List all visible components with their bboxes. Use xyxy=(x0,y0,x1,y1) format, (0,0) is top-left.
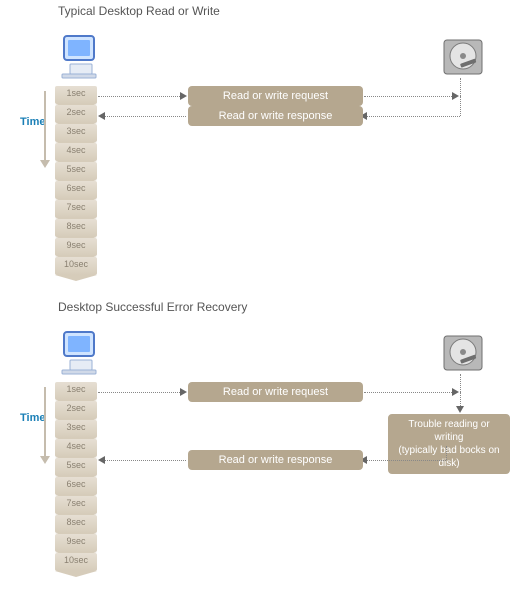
trouble-label: Trouble reading or writing (typically ba… xyxy=(388,414,510,474)
connector xyxy=(104,460,186,461)
arrow-left-icon xyxy=(98,456,105,464)
arrow-left-icon xyxy=(98,112,105,120)
time-tick: 9sec xyxy=(55,534,97,552)
hard-disk-icon xyxy=(440,330,486,379)
time-axis-label: Time xyxy=(20,412,45,424)
time-axis-arrowhead xyxy=(40,160,50,168)
time-tick: 9sec xyxy=(55,238,97,256)
time-tick: 1sec xyxy=(55,382,97,400)
connector xyxy=(98,96,184,97)
time-tick: 5sec xyxy=(55,162,97,180)
hard-disk-icon xyxy=(440,34,486,83)
time-axis-arrowhead xyxy=(40,456,50,464)
time-tick: 6sec xyxy=(55,477,97,495)
connector xyxy=(460,96,461,116)
arrow-right-icon xyxy=(180,388,187,396)
time-tick: 5sec xyxy=(55,458,97,476)
connector xyxy=(104,116,186,117)
time-tick: 8sec xyxy=(55,219,97,237)
connector xyxy=(460,78,461,96)
time-tick: 10sec xyxy=(55,257,97,275)
arrow-down-icon xyxy=(456,406,464,413)
diagram-stage: Time 1sec 2sec 3sec 4sec 5sec 6sec 7sec … xyxy=(0,302,515,592)
time-ticks: 1sec 2sec 3sec 4sec 5sec 6sec 7sec 8sec … xyxy=(55,382,97,572)
time-tick: 7sec xyxy=(55,200,97,218)
time-tick: 2sec xyxy=(55,401,97,419)
response-label: Read or write response xyxy=(188,450,363,470)
connector xyxy=(364,116,460,117)
response-label: Read or write response xyxy=(188,106,363,126)
time-axis-arrow xyxy=(44,91,46,161)
computer-icon xyxy=(60,330,102,379)
time-tick: 4sec xyxy=(55,143,97,161)
connector xyxy=(364,460,446,461)
time-ticks: 1sec 2sec 3sec 4sec 5sec 6sec 7sec 8sec … xyxy=(55,86,97,276)
computer-icon xyxy=(60,34,102,83)
arrow-right-icon xyxy=(452,388,459,396)
time-tick: 2sec xyxy=(55,105,97,123)
connector xyxy=(364,96,456,97)
request-label: Read or write request xyxy=(188,86,363,106)
time-axis-label: Time xyxy=(20,116,45,128)
diagram-stage: Time 1sec 2sec 3sec 4sec 5sec 6sec 7sec … xyxy=(0,6,515,286)
connector xyxy=(364,392,456,393)
time-tick: 1sec xyxy=(55,86,97,104)
section-recovery: Desktop Successful Error Recovery Time xyxy=(0,296,515,602)
time-tick: 7sec xyxy=(55,496,97,514)
connector xyxy=(460,374,461,392)
time-tick: 10sec xyxy=(55,553,97,571)
time-axis-arrow xyxy=(44,387,46,457)
time-tick: 3sec xyxy=(55,420,97,438)
section-typical: Typical Desktop Read or Write Time xyxy=(0,0,515,296)
time-tick: 4sec xyxy=(55,439,97,457)
connector xyxy=(98,392,184,393)
arrow-right-icon xyxy=(452,92,459,100)
arrow-right-icon xyxy=(180,92,187,100)
connector xyxy=(446,446,447,460)
time-tick: 8sec xyxy=(55,515,97,533)
time-tick: 6sec xyxy=(55,181,97,199)
time-tick: 3sec xyxy=(55,124,97,142)
request-label: Read or write request xyxy=(188,382,363,402)
